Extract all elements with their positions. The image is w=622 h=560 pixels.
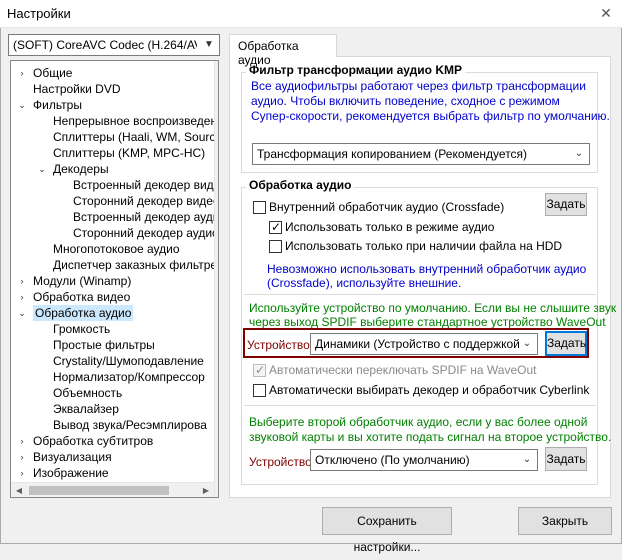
tree-item[interactable]: Обработка субтитров — [33, 433, 153, 449]
audio-mode-only-checkbox[interactable]: ✓ — [269, 220, 282, 234]
tree-item[interactable]: Громкость — [53, 321, 110, 337]
chevron-down-icon: ⌄ — [522, 338, 532, 349]
separator — [244, 405, 596, 406]
title-bar: Настройки ✕ — [0, 0, 622, 28]
window-title: Настройки — [7, 6, 71, 21]
internal-handler-checkbox[interactable] — [253, 201, 266, 214]
tree-item[interactable]: Встроенный декодер ауди — [73, 209, 218, 225]
codec-select[interactable]: (SOFT) CoreAVC Codec (H.264/AVC wit ▼ — [8, 34, 220, 56]
auto-spdif-checkbox[interactable]: ✓ — [253, 363, 266, 377]
tree-item[interactable]: Простые фильтры — [53, 337, 155, 353]
chevron-right-icon[interactable]: › — [17, 449, 27, 465]
hdd-only-label: Использовать только при наличии файла на… — [285, 239, 563, 253]
tree-item[interactable]: Многопотоковое аудио — [53, 241, 180, 257]
hdd-only-checkbox[interactable] — [269, 240, 282, 253]
tree-item[interactable]: Вывод звука/Ресэмплирова — [53, 417, 207, 433]
tree-item[interactable]: Визуализация — [33, 449, 112, 465]
checkmark-icon: ✓ — [271, 220, 282, 234]
close-button[interactable]: Закрыть — [518, 507, 612, 535]
checkmark-icon: ✓ — [255, 363, 266, 377]
chevron-down-icon[interactable]: ⌄ — [17, 97, 27, 113]
tree-item[interactable]: Диспетчер заказных фильтре — [53, 257, 217, 273]
scroll-up-icon[interactable]: ▲ — [215, 61, 218, 77]
tree-item[interactable]: Общие — [33, 65, 72, 81]
tree-vertical-scrollbar[interactable]: ▲ ▼ — [214, 61, 219, 497]
second-device-assign-button[interactable]: Задать — [545, 447, 587, 471]
auto-cyberlink-label: Автоматически выбирать декодер и обработ… — [269, 383, 590, 397]
scroll-left-icon[interactable]: ◀ — [11, 483, 27, 497]
chevron-right-icon[interactable]: › — [17, 273, 27, 289]
default-device-hint-1: Используйте устройство по умолчанию. Есл… — [249, 301, 617, 315]
tree-item[interactable]: Эквалайзер — [53, 401, 119, 417]
chevron-right-icon[interactable]: › — [17, 465, 27, 481]
chevron-down-icon[interactable]: ⌄ — [17, 305, 27, 321]
chevron-down-icon: ▼ — [204, 39, 214, 50]
tree-item[interactable]: Сплиттеры (KMP, MPC-HC) — [53, 145, 205, 161]
scroll-right-icon[interactable]: ▶ — [198, 483, 214, 497]
tree-item[interactable]: Изображение — [33, 465, 109, 481]
chevron-right-icon[interactable]: › — [17, 433, 27, 449]
save-settings-button[interactable]: Сохранить настройки... — [322, 507, 452, 554]
chevron-down-icon: ⌄ — [522, 454, 532, 465]
tree-item[interactable]: Фильтры — [33, 97, 82, 113]
tree-item[interactable]: Crystality/Шумоподавление — [53, 353, 204, 369]
hscroll-thumb[interactable] — [29, 486, 169, 495]
warning-line-1: Невозможно использовать внутренний обраб… — [267, 262, 587, 276]
tree-horizontal-scrollbar[interactable]: ◀ ▶ — [11, 482, 214, 497]
second-device-label: Устройство — [249, 455, 312, 469]
close-icon[interactable]: ✕ — [598, 4, 614, 22]
tree-item[interactable]: Нормализатор/Компрессор — [53, 369, 205, 385]
chevron-right-icon[interactable]: › — [17, 65, 27, 81]
transform-desc-line-3: Супер-скорости, рекомендуется выбрать фи… — [251, 109, 610, 123]
device-select-value: Динамики (Устройство с поддержкой Hi — [315, 337, 519, 351]
auto-cyberlink-checkbox[interactable] — [253, 384, 266, 397]
tree-item[interactable]: Сторонний декодер аудио — [73, 225, 218, 241]
tree-item[interactable]: Сторонний декодер видео — [73, 193, 218, 209]
second-device-hint-2: звуковой карты и вы хотите подать сигнал… — [249, 430, 612, 444]
audio-group-title: Обработка аудио — [246, 178, 355, 192]
scroll-down-icon[interactable]: ▼ — [215, 465, 218, 481]
warning-line-2: (Crossfade), используйте внешние. — [267, 276, 462, 290]
settings-tree[interactable]: › Общие Настройки DVD ⌄ Фильтры Непрерывное в… — [10, 60, 219, 498]
tree-item[interactable]: Настройки DVD — [33, 81, 121, 97]
transform-desc-line-1: Все аудиофильтры работают через фильтр т… — [251, 79, 586, 93]
default-device-hint-2: через выход SPDIF выберите стандартное у… — [249, 315, 606, 329]
codec-select-value: (SOFT) CoreAVC Codec (H.264/AVC wit — [13, 38, 197, 52]
tab-audio-processing[interactable]: Обработка аудио — [229, 34, 337, 67]
tree-item[interactable]: Обработка аудио — [33, 305, 134, 321]
transform-group-title: Фильтр трансформации аудио KMP — [246, 63, 465, 77]
tree-item[interactable]: Объемность — [53, 385, 122, 401]
tree-item[interactable]: Обработка видео — [33, 289, 130, 305]
internal-handler-assign-button[interactable]: Задать — [545, 193, 587, 216]
tree-item[interactable]: Встроенный декодер виде — [73, 177, 218, 193]
tree-item[interactable]: Модули (Winamp) — [33, 273, 131, 289]
second-device-select[interactable]: Отключено (По умолчанию) ⌄ — [310, 449, 538, 471]
tree-item[interactable]: Непрерывное воспроизведен — [53, 113, 217, 129]
auto-spdif-label: Автоматически переключать SPDIF на WaveO… — [269, 363, 537, 377]
transform-select-value: Трансформация копированием (Рекомендуетс… — [257, 147, 528, 161]
transform-filter-select[interactable]: Трансформация копированием (Рекомендуетс… — [252, 143, 590, 165]
separator — [244, 294, 596, 295]
tree-item[interactable]: Декодеры — [53, 161, 109, 177]
transform-desc-line-2: аудио. Чтобы включить поведение, сходное… — [251, 94, 560, 108]
internal-handler-label: Внутренний обработчик аудио (Crossfade) — [269, 200, 505, 214]
second-device-hint-1: Выберите второй обработчик аудио, если у… — [249, 415, 588, 429]
second-device-select-value: Отключено (По умолчанию) — [315, 453, 470, 467]
device-select[interactable]: Динамики (Устройство с поддержкой Hi ⌄ — [310, 333, 538, 355]
device-label: Устройство — [247, 338, 310, 352]
tree-item[interactable]: Сплиттеры (Haali, WM, Source — [53, 129, 218, 145]
scroll-thumb[interactable] — [218, 81, 219, 433]
audio-mode-only-label: Использовать только в режиме аудио — [285, 220, 495, 234]
device-assign-button[interactable]: Задать — [545, 331, 587, 356]
chevron-down-icon[interactable]: ⌄ — [37, 161, 47, 177]
chevron-down-icon: ⌄ — [574, 148, 584, 159]
chevron-right-icon[interactable]: › — [17, 289, 27, 305]
